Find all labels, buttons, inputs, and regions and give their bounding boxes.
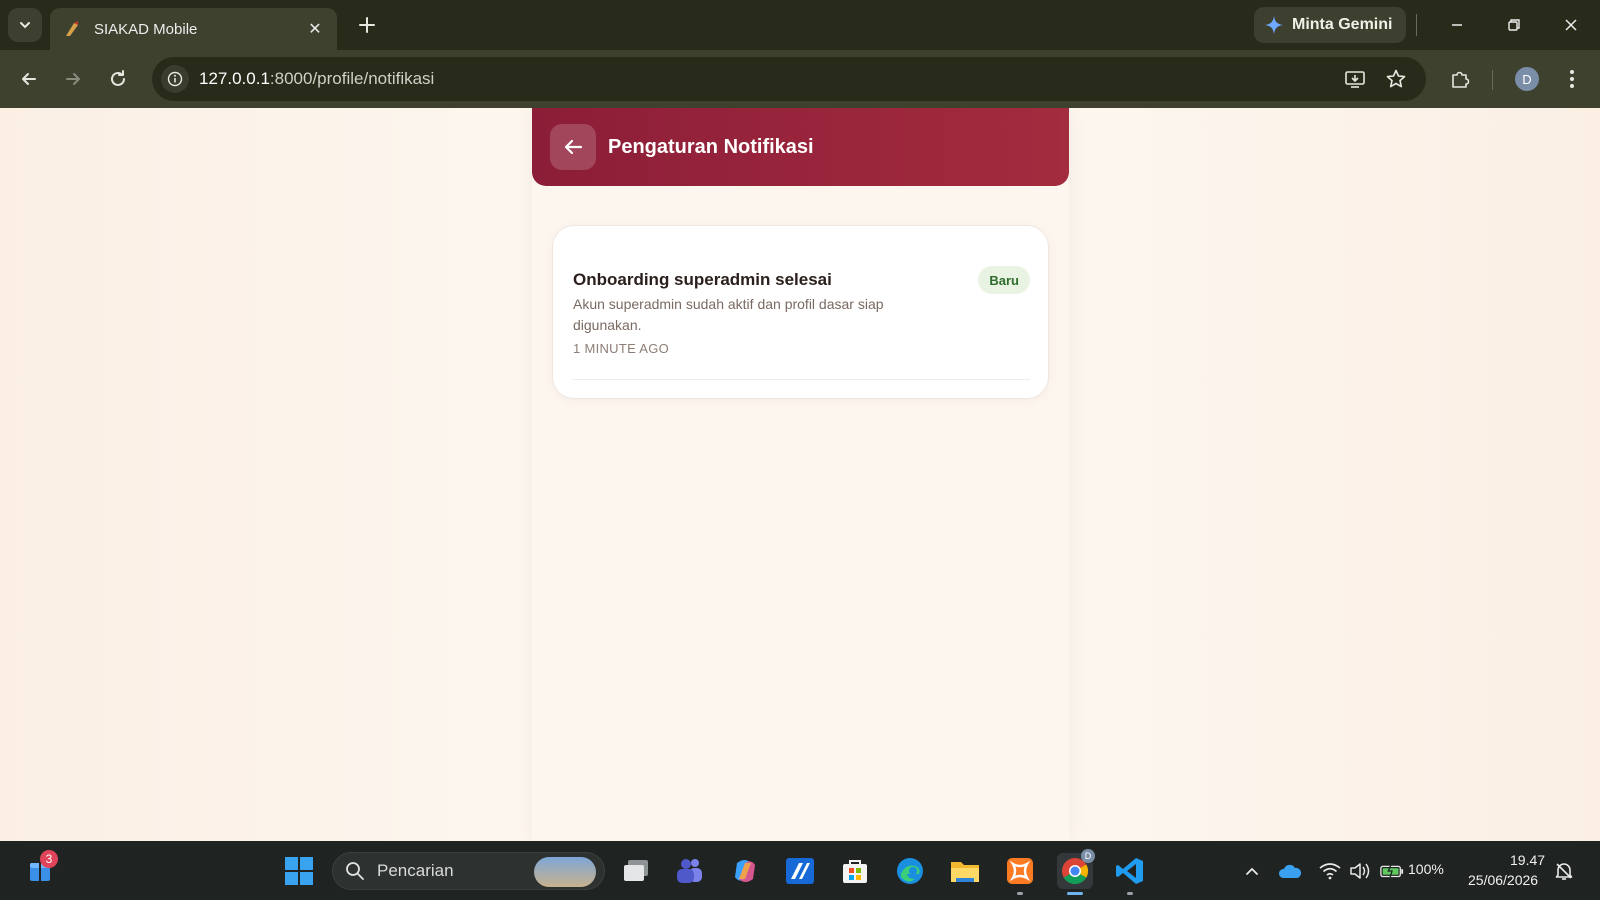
battery-percent: 100% (1408, 861, 1444, 877)
restore-icon (1508, 19, 1520, 31)
show-hidden-icons-button[interactable] (1240, 859, 1264, 883)
browser-menu-button[interactable] (1556, 63, 1588, 95)
vscode-icon (1116, 858, 1143, 884)
notification-title: Onboarding superadmin selesai (573, 270, 832, 289)
gemini-label: Minta Gemini (1292, 16, 1393, 33)
chevron-up-icon (1246, 867, 1258, 875)
notification-item[interactable]: Onboarding superadmin selesai Akun super… (573, 266, 1030, 380)
folder-icon (951, 862, 979, 882)
url-host: 127.0.0.1 (199, 69, 270, 88)
onedrive-icon[interactable] (1278, 859, 1302, 883)
new-tab-button[interactable] (352, 10, 382, 40)
xampp-button[interactable] (1002, 853, 1038, 895)
address-bar[interactable]: 127.0.0.1:8000/profile/notifikasi (152, 57, 1426, 101)
new-badge: Baru (978, 266, 1030, 294)
widgets-badge: 3 (40, 850, 58, 868)
arrow-left-icon (22, 73, 36, 85)
gemini-button[interactable]: Minta Gemini (1254, 7, 1406, 43)
clock-time[interactable]: 19.47 (1510, 852, 1545, 868)
mobile-app-frame: Pengaturan Notifikasi Onboarding superad… (532, 108, 1069, 841)
extensions-button[interactable] (1444, 63, 1476, 95)
gemini-sparkle-icon (1264, 15, 1284, 35)
notification-center-icon[interactable] (1552, 859, 1576, 883)
reload-button[interactable] (102, 63, 134, 95)
back-button[interactable] (13, 63, 45, 95)
running-indicator (1127, 892, 1133, 895)
minimize-icon (1452, 24, 1462, 26)
app-header: Pengaturan Notifikasi (532, 108, 1069, 186)
tabstrip-separator (1416, 14, 1417, 36)
close-icon (1565, 19, 1577, 31)
reload-icon (111, 70, 125, 86)
browser-tab-active[interactable]: SIAKAD Mobile ✕ (50, 8, 337, 50)
profile-avatar[interactable]: D (1515, 67, 1539, 91)
copilot-icon (735, 860, 755, 882)
tab-close-icon[interactable]: ✕ (305, 19, 325, 39)
kebab-menu-icon (1570, 70, 1574, 88)
page-title: Pengaturan Notifikasi (608, 135, 814, 158)
xampp-icon (1007, 858, 1033, 884)
tab-search-button[interactable] (8, 8, 42, 42)
chevron-down-icon (20, 22, 30, 29)
start-button[interactable] (281, 853, 317, 889)
puzzle-icon (1452, 71, 1470, 88)
arrow-right-icon (66, 73, 80, 85)
notification-body: Akun superadmin sudah aktif dan profil d… (573, 296, 884, 333)
search-highlight-image (534, 857, 596, 887)
taskbar-search[interactable]: Pencarian (332, 852, 605, 890)
plus-icon (359, 17, 375, 33)
close-window-button[interactable] (1556, 10, 1586, 40)
app-back-button[interactable] (550, 124, 596, 170)
edge-icon (897, 858, 923, 884)
windows-logo-icon (285, 857, 313, 885)
install-app-icon[interactable] (1341, 65, 1369, 93)
running-indicator (1017, 892, 1023, 895)
file-explorer-button[interactable] (947, 853, 983, 889)
task-view-button[interactable] (618, 853, 654, 889)
volume-icon[interactable] (1348, 859, 1372, 883)
microsoft-store-button[interactable] (837, 853, 873, 889)
bookmark-star-icon[interactable] (1382, 65, 1410, 93)
minimize-button[interactable] (1442, 10, 1472, 40)
site-info-icon[interactable] (161, 65, 189, 93)
azure-app-icon (786, 858, 814, 884)
notification-time: 1 MINUTE AGO (573, 341, 670, 356)
url-path: :8000/profile/notifikasi (269, 69, 435, 88)
forward-button[interactable] (57, 63, 89, 95)
os-taskbar: 3 Pencarian D 100% 19.47 25/06/2026 (0, 841, 1600, 900)
arrow-left-icon (564, 139, 583, 155)
wifi-icon[interactable] (1318, 859, 1342, 883)
edge-button[interactable] (892, 853, 928, 889)
teams-button[interactable] (672, 853, 708, 889)
url-text: 127.0.0.1:8000/profile/notifikasi (199, 69, 1426, 89)
chrome-button[interactable]: D (1057, 849, 1095, 895)
store-icon (843, 860, 867, 883)
task-view-icon (624, 860, 648, 881)
vscode-button[interactable] (1112, 853, 1148, 895)
clock-date[interactable]: 25/06/2026 (1468, 872, 1538, 888)
tab-title: SIAKAD Mobile (94, 20, 198, 38)
teams-icon (677, 859, 702, 883)
search-placeholder: Pencarian (377, 861, 454, 880)
chrome-profile-badge: D (1081, 849, 1095, 863)
search-icon (346, 862, 364, 880)
battery-charging-icon[interactable] (1380, 859, 1404, 883)
copilot-button[interactable] (727, 853, 763, 889)
restore-button[interactable] (1499, 10, 1529, 40)
siakad-favicon-icon (62, 19, 82, 39)
page-viewport: Pengaturan Notifikasi Onboarding superad… (0, 108, 1600, 841)
notification-card: Onboarding superadmin selesai Akun super… (552, 225, 1049, 399)
browser-tabstrip: SIAKAD Mobile ✕ Minta Gemini (0, 0, 1600, 50)
active-indicator (1067, 892, 1083, 895)
azure-data-studio-button[interactable] (782, 853, 818, 889)
toolbar-separator (1492, 70, 1493, 90)
browser-toolbar: 127.0.0.1:8000/profile/notifikasi D (0, 50, 1600, 108)
